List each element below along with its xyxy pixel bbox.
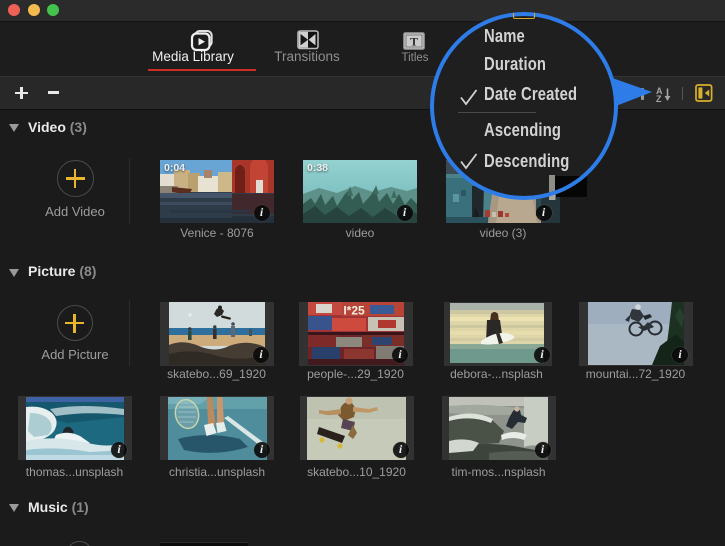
svg-text:T: T xyxy=(410,34,418,48)
svg-text:I*25: I*25 xyxy=(343,304,365,318)
